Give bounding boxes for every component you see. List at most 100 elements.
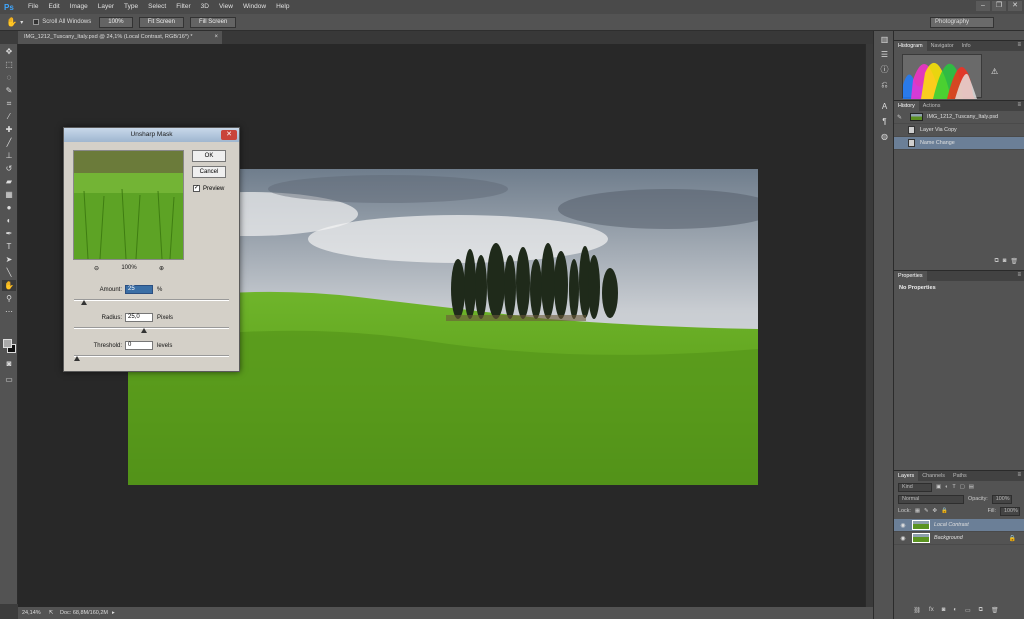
- brush-tool-icon[interactable]: ╱: [2, 137, 16, 148]
- marquee-tool-icon[interactable]: ⬚: [2, 59, 16, 70]
- tab-histogram[interactable]: Histogram: [894, 41, 927, 51]
- filter-pixel-icon[interactable]: ▣: [936, 484, 941, 490]
- status-menu-chevron-icon[interactable]: ▸: [112, 610, 115, 616]
- type-tool-icon[interactable]: T: [2, 241, 16, 252]
- layer-local-contrast[interactable]: ◉ Local Contrast: [894, 519, 1024, 532]
- filter-shape-icon[interactable]: ▢: [960, 484, 965, 490]
- threshold-input[interactable]: 0: [125, 341, 153, 350]
- lock-all-icon[interactable]: 🔒: [941, 508, 948, 514]
- tab-navigator[interactable]: Navigator: [927, 41, 958, 51]
- fill-field[interactable]: 100%: [1000, 506, 1020, 516]
- radius-slider-thumb[interactable]: [141, 328, 148, 333]
- tab-paths[interactable]: Paths: [949, 471, 971, 481]
- panel-menu-icon[interactable]: ≡: [1017, 102, 1021, 108]
- lock-transparent-icon[interactable]: ▦: [915, 508, 920, 514]
- amount-input[interactable]: 25: [125, 285, 153, 294]
- cached-data-warning-icon[interactable]: ⚠: [991, 67, 998, 76]
- new-layer-icon[interactable]: ⧉: [979, 607, 983, 617]
- preview-toggle[interactable]: ✓ Preview: [193, 185, 224, 192]
- new-document-from-state-icon[interactable]: ⧉: [994, 258, 998, 268]
- tab-properties[interactable]: Properties: [894, 271, 927, 281]
- export-icon[interactable]: ⇱: [46, 610, 56, 616]
- workspace-select[interactable]: Photography: [930, 17, 994, 28]
- panel-menu-icon[interactable]: ≡: [1017, 272, 1021, 278]
- tab-history[interactable]: History: [894, 101, 919, 111]
- tab-channels[interactable]: Channels: [918, 471, 949, 481]
- menu-type[interactable]: Type: [119, 0, 143, 14]
- menu-edit[interactable]: Edit: [43, 0, 64, 14]
- scroll-all-windows-checkbox[interactable]: [33, 19, 40, 25]
- history-panel-icon[interactable]: ⎌: [876, 79, 893, 91]
- delete-state-icon[interactable]: 🗑: [1010, 258, 1018, 268]
- filter-smart-object-icon[interactable]: ▤: [969, 484, 974, 490]
- filter-preview[interactable]: [73, 150, 184, 260]
- quick-selection-tool-icon[interactable]: ✎: [2, 85, 16, 96]
- fill-screen-button[interactable]: Fill Screen: [189, 16, 237, 28]
- more-tools-icon[interactable]: ⋯: [2, 306, 16, 317]
- pen-tool-icon[interactable]: ✒: [2, 228, 16, 239]
- tab-layers[interactable]: Layers: [894, 471, 919, 481]
- layer-style-icon[interactable]: fx: [929, 607, 934, 617]
- visibility-eye-icon[interactable]: ◉: [898, 535, 908, 542]
- filter-adjustment-icon[interactable]: ◐: [945, 484, 948, 490]
- create-snapshot-icon[interactable]: ◙: [1003, 258, 1007, 268]
- history-item-name-change[interactable]: Name Change: [894, 137, 1024, 150]
- hand-tool-icon[interactable]: ✋: [2, 280, 16, 291]
- lasso-tool-icon[interactable]: ◌: [2, 72, 16, 83]
- preview-checkbox[interactable]: ✓: [193, 185, 200, 192]
- threshold-slider[interactable]: [74, 355, 229, 361]
- tab-info[interactable]: Info: [958, 41, 975, 51]
- path-selection-tool-icon[interactable]: ➤: [2, 254, 16, 265]
- fit-screen-button[interactable]: Fit Screen: [138, 16, 184, 28]
- document-tab[interactable]: IMG_1212_Tuscany_Italy.psd @ 24,1% (Loca…: [18, 31, 222, 44]
- foreground-color-swatch[interactable]: [3, 339, 12, 348]
- cancel-button[interactable]: Cancel: [192, 166, 226, 178]
- lock-position-icon[interactable]: ✥: [933, 508, 938, 514]
- history-brush-source-icon[interactable]: ✎: [897, 114, 906, 121]
- close-icon[interactable]: ✕: [1008, 1, 1022, 11]
- screen-mode-icon[interactable]: ▭: [2, 374, 16, 385]
- character-panel-icon[interactable]: A: [876, 101, 893, 113]
- menu-help[interactable]: Help: [271, 0, 294, 14]
- menu-file[interactable]: File: [23, 0, 43, 14]
- adjustment-layer-icon[interactable]: ◐: [953, 607, 957, 617]
- radius-slider[interactable]: [74, 327, 229, 333]
- filter-type-icon[interactable]: T: [952, 484, 955, 490]
- gradient-tool-icon[interactable]: ▦: [2, 189, 16, 200]
- minimize-icon[interactable]: –: [976, 1, 990, 11]
- paragraph-panel-icon[interactable]: ¶: [876, 116, 893, 128]
- panel-menu-icon[interactable]: ≡: [1017, 42, 1021, 48]
- healing-brush-tool-icon[interactable]: ✚: [2, 124, 16, 135]
- lock-image-icon[interactable]: ✎: [924, 508, 929, 514]
- blend-mode-select[interactable]: Normal: [898, 494, 964, 504]
- canvas-vertical-scrollbar[interactable]: [865, 44, 873, 607]
- zoom-in-icon[interactable]: ⊕: [159, 265, 164, 272]
- menu-window[interactable]: Window: [238, 0, 271, 14]
- threshold-slider-thumb[interactable]: [74, 356, 80, 361]
- amount-slider[interactable]: [74, 299, 229, 305]
- menu-filter[interactable]: Filter: [171, 0, 195, 14]
- move-tool-icon[interactable]: ✥: [2, 46, 16, 57]
- eyedropper-tool-icon[interactable]: ⁄: [2, 111, 16, 122]
- delete-layer-icon[interactable]: 🗑: [991, 607, 999, 617]
- info-panel-icon[interactable]: ⓘ: [876, 64, 893, 76]
- dialog-close-icon[interactable]: ✕: [221, 130, 237, 140]
- tab-actions[interactable]: Actions: [919, 101, 945, 111]
- link-layers-icon[interactable]: ⛓: [913, 607, 921, 617]
- histogram-panel-icon[interactable]: ▥: [876, 34, 893, 46]
- amount-slider-thumb[interactable]: [81, 300, 88, 305]
- clone-stamp-tool-icon[interactable]: ⊥: [2, 150, 16, 161]
- radius-input[interactable]: 25,0: [125, 313, 153, 322]
- group-icon[interactable]: ▭: [965, 607, 971, 617]
- add-mask-icon[interactable]: ◙: [942, 607, 946, 617]
- crop-tool-icon[interactable]: ⌗: [2, 98, 16, 109]
- tab-close-icon[interactable]: ×: [214, 31, 218, 44]
- visibility-eye-icon[interactable]: ◉: [898, 522, 908, 529]
- status-zoom[interactable]: 24,14%: [18, 610, 46, 616]
- history-item-layer-via-copy[interactable]: Layer Via Copy: [894, 124, 1024, 137]
- restore-icon[interactable]: ❐: [992, 1, 1006, 11]
- opacity-field[interactable]: 100%: [991, 494, 1012, 504]
- zoom-out-icon[interactable]: ⊖: [94, 265, 99, 272]
- menu-view[interactable]: View: [214, 0, 238, 14]
- dodge-tool-icon[interactable]: ◐: [2, 215, 16, 226]
